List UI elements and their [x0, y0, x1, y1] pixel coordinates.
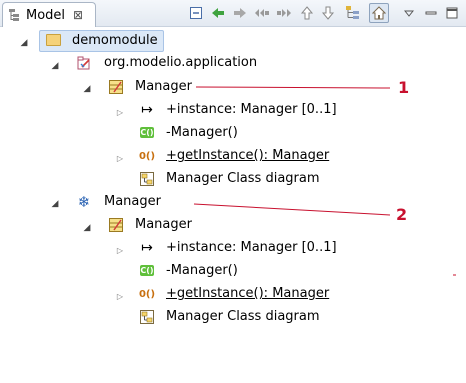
collapse-arrow-icon[interactable]: ◢: [82, 223, 92, 233]
class-icon: [108, 217, 124, 233]
tree-item-demomodule[interactable]: demomodule: [39, 30, 164, 52]
navigate-next-icon[interactable]: [276, 5, 292, 21]
tab-title: Model: [26, 7, 66, 23]
collapse-arrow-icon[interactable]: ◢: [50, 199, 60, 209]
operation-icon: 0(): [138, 150, 156, 162]
expand-arrow-icon[interactable]: ▷: [115, 245, 125, 255]
class-diagram-icon: [139, 171, 155, 187]
tree-item-label: +instance: Manager [0..1]: [166, 240, 337, 255]
collapse-arrow-icon[interactable]: ◢: [50, 61, 60, 71]
association-icon: ↦: [141, 240, 153, 256]
tree-item-label: demomodule: [72, 33, 158, 48]
tree-item-class-manager[interactable]: Manager: [104, 215, 224, 235]
tree-item-label: Manager: [135, 217, 192, 232]
view-menu-icon[interactable]: [401, 5, 417, 21]
tree-item-label: org.modelio.application: [104, 55, 258, 70]
package-icon: [76, 55, 92, 71]
maximize-icon[interactable]: [444, 5, 460, 21]
tree-item-class-diagram[interactable]: Manager Class diagram: [135, 307, 335, 327]
folder-icon: [46, 34, 61, 46]
model-view-tab[interactable]: Model ⊠: [2, 2, 96, 27]
tree-item-label: +getInstance(): Manager: [166, 148, 330, 163]
operation-icon: 0(): [138, 288, 156, 300]
tree-item-label: -Manager(): [166, 125, 238, 140]
view-tab-bar: Model ⊠: [0, 0, 466, 27]
move-down-icon[interactable]: [320, 5, 336, 21]
tree-item-label: Manager: [104, 194, 161, 209]
move-up-icon[interactable]: [299, 5, 315, 21]
tree-item-label: Manager Class diagram: [166, 309, 320, 324]
annotation-label-2: 2: [396, 205, 408, 224]
constructor-icon: C(): [140, 127, 154, 138]
tree-item-attribute[interactable]: ↦ +instance: Manager [0..1]: [135, 100, 355, 120]
tree-item-label: +getInstance(): Manager: [166, 286, 330, 301]
expand-arrow-icon[interactable]: ▷: [115, 291, 125, 301]
minimize-icon[interactable]: [423, 5, 439, 21]
tree-item-attribute[interactable]: ↦ +instance: Manager [0..1]: [135, 238, 355, 258]
tree-item-label: Manager: [135, 79, 192, 94]
class-diagram-icon: [139, 309, 155, 325]
tree-item-constructor[interactable]: C() -Manager(): [135, 123, 275, 143]
annotation-label-1: 1: [398, 78, 410, 97]
forward-icon[interactable]: [232, 5, 248, 21]
link-with-editor-icon[interactable]: [345, 5, 361, 21]
component-icon: ❄: [77, 193, 91, 211]
tree-item-label: Manager Class diagram: [166, 171, 320, 186]
expand-arrow-icon[interactable]: ▷: [115, 107, 125, 117]
expand-arrow-icon[interactable]: ▷: [115, 153, 125, 163]
tree-item-class-diagram[interactable]: Manager Class diagram: [135, 169, 335, 189]
tree-item-package[interactable]: org.modelio.application: [72, 53, 272, 73]
association-icon: ↦: [141, 102, 153, 118]
tree-item-component-manager[interactable]: ❄ Manager: [72, 192, 192, 212]
tree-item-label: +instance: Manager [0..1]: [166, 102, 337, 117]
home-icon[interactable]: [369, 3, 389, 23]
collapse-arrow-icon[interactable]: ◢: [82, 84, 92, 94]
tree-item-label: -Manager(): [166, 263, 238, 278]
navigate-prev-icon[interactable]: [254, 5, 270, 21]
collapse-all-icon[interactable]: [188, 5, 204, 21]
collapse-arrow-icon[interactable]: ◢: [19, 38, 29, 48]
back-icon[interactable]: [210, 5, 226, 21]
model-view-icon: [8, 8, 22, 22]
close-icon[interactable]: ⊠: [73, 8, 83, 22]
constructor-icon: C(): [140, 265, 154, 276]
tree-item-constructor[interactable]: C() -Manager(): [135, 261, 275, 281]
tree-item-class-manager[interactable]: Manager: [104, 77, 224, 97]
class-icon: [108, 79, 124, 95]
tree-item-operation[interactable]: 0() +getInstance(): Manager: [135, 146, 355, 166]
tree-item-operation[interactable]: 0() +getInstance(): Manager: [135, 284, 355, 304]
